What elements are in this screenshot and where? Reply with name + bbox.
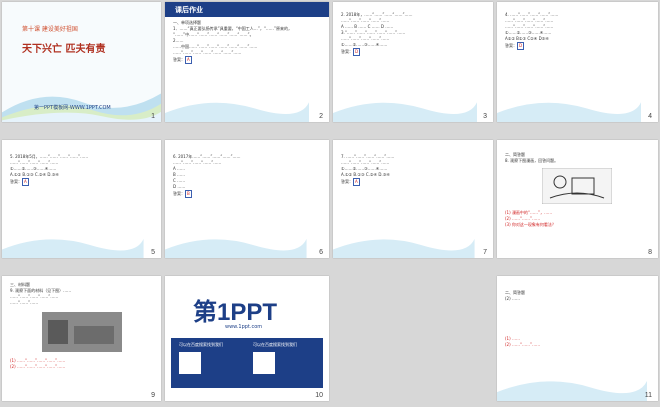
slide-body: 2. 2018年，……“……”……“……”…… ……“……”……“……”…… A …… — [341, 12, 413, 56]
slide-heading: 课后作业 — [175, 6, 203, 14]
answer-text: (1) 漫画中的“……”，…… (2) ……“……”…… (3) 你对这一现象有何看… — [505, 210, 556, 227]
slide-thumbnail-8[interactable]: 二、简答题 8. 观察下图漫画，回答问题。 (1) 漫画中的“……”，…… (2) … — [497, 140, 658, 258]
slide-body: 一、单项选择题 1．……“真正要弘扬传承”具重要，“中国工人…”，“……”原来的，… — [173, 20, 292, 64]
wave-decoration — [333, 238, 475, 258]
wave-decoration — [2, 238, 144, 258]
wave-decoration — [165, 238, 307, 258]
slide-body: 4. ……“……”……“……”…… ……“……”……“……”…… ……“……”……“… — [505, 12, 559, 50]
slide-number: 11 — [644, 392, 652, 399]
slide-title: 天下兴亡 匹夫有责 — [22, 44, 106, 55]
slide-number: 8 — [648, 249, 652, 256]
slide-body: 三、材料题 9. 观察下面的材料（见下图）…… ……“……”……“……”…… ……“…… — [10, 282, 72, 305]
wave-decoration — [497, 380, 647, 401]
wave-decoration — [333, 102, 477, 122]
slide-thumbnail-1[interactable]: 第十课 建设美好祖国 天下兴亡 匹夫有责 第一PPT模板网-WWW.1PPT.C… — [2, 2, 161, 122]
slide-number: 5 — [151, 249, 155, 256]
answer-text: (1) …… (2) ……“……”…… — [505, 336, 541, 347]
slide-thumbnail-10[interactable]: 第1PPT www.1ppt.com 可以在百度搜索找到我们 可以在百度搜索找到… — [165, 276, 329, 401]
slide-thumbnail-11[interactable]: 二、简答题 (2) …… (1) …… (2) ……“……”…… 11 — [497, 276, 658, 401]
slide-number: 7 — [483, 249, 487, 256]
wave-decoration — [165, 102, 309, 122]
slide-number: 4 — [648, 113, 652, 120]
slide-body: 6. 2017年……“……”……“……”…… ……“……”……“……”…… A ……… — [173, 154, 241, 198]
slide-body: 二、简答题 (2) …… — [505, 290, 525, 301]
slide-number: 10 — [315, 392, 323, 399]
answer-text: (1) ……“……”……“……”…… (2) ……“……”……“……”…… — [10, 358, 66, 369]
slide-number: 6 — [319, 249, 323, 256]
slide-body: 二、简答题 8. 观察下图漫画，回答问题。 — [505, 152, 559, 163]
slide-number: 9 — [151, 392, 155, 399]
qr-panel: 可以在百度搜索找到我们 可以在百度搜索找到我们 — [171, 338, 323, 388]
slide-thumbnail-5[interactable]: 5. 2018年5月，……“……”……“……”…… ……“……”……“……”…… ①… — [2, 140, 161, 258]
qr-code-icon — [253, 352, 275, 374]
slide-number: 2 — [319, 113, 323, 120]
slide-thumbnail-7[interactable]: 7. ……“……”……“……”…… ……“……”……“……”…… ①……②……③……… — [333, 140, 493, 258]
slide-body: 5. 2018年5月，……“……”……“……”…… ……“……”……“……”…… ①… — [10, 154, 89, 186]
slide-thumbnail-3[interactable]: 2. 2018年，……“……”……“……”…… ……“……”……“……”…… A …… — [333, 2, 493, 122]
lesson-label: 第十课 建设美好祖国 — [22, 26, 78, 33]
logo-url: www.1ppt.com — [225, 324, 263, 330]
site-label: 第一PPT模板网-WWW.1PPT.COM — [34, 105, 111, 111]
wave-decoration — [497, 102, 641, 122]
slide-thumbnail-2[interactable]: 课后作业 一、单项选择题 1．……“真正要弘扬传承”具重要，“中国工人…”，“……… — [165, 2, 329, 122]
ppt-logo: 第1PPT — [193, 299, 278, 326]
cartoon-image — [542, 168, 612, 204]
slide-thumbnail-9[interactable]: 三、材料题 9. 观察下面的材料（见下图）…… ……“……”……“……”…… ……“…… — [2, 276, 161, 401]
slide-thumbnail-4[interactable]: 4. ……“……”……“……”…… ……“……”……“……”…… ……“……”……“… — [497, 2, 658, 122]
slide-number: 3 — [483, 113, 487, 120]
slide-body: 7. ……“……”……“……”…… ……“……”……“……”…… ①……②……③……… — [341, 154, 395, 186]
wave-decoration — [2, 93, 161, 122]
material-photo — [42, 312, 122, 352]
slide-number: 1 — [151, 113, 155, 120]
slide-thumbnail-6[interactable]: 6. 2017年……“……”……“……”…… ……“……”……“……”…… A ……… — [165, 140, 329, 258]
qr-code-icon — [179, 352, 201, 374]
